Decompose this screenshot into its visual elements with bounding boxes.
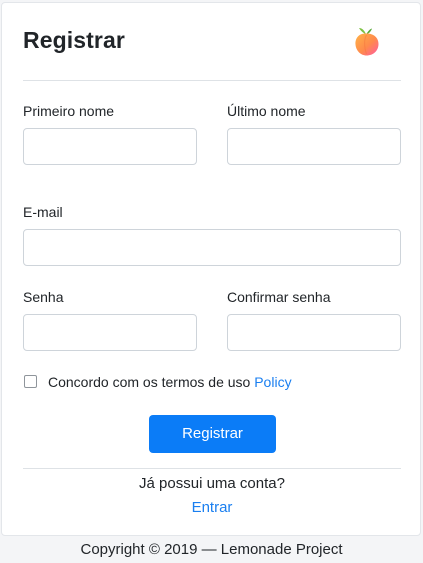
login-link[interactable]: Entrar: [192, 499, 233, 516]
email-label: E-mail: [23, 204, 63, 220]
register-card: Registrar Primeiro nome Último nome E-ma…: [1, 2, 421, 536]
policy-link[interactable]: Policy: [254, 374, 291, 390]
email-field[interactable]: [23, 229, 401, 266]
first-name-field[interactable]: [23, 128, 197, 165]
confirm-password-label: Confirmar senha: [227, 289, 331, 305]
header-divider: [23, 80, 401, 81]
password-field[interactable]: [23, 314, 197, 351]
page-title: Registrar: [23, 27, 125, 53]
first-name-label: Primeiro nome: [23, 103, 115, 119]
card-header: Registrar: [23, 25, 401, 59]
password-label: Senha: [23, 289, 64, 305]
footer-divider: [23, 468, 401, 469]
peach-icon: [355, 28, 379, 56]
copyright-footer: Copyright © 2019 — Lemonade Project: [80, 541, 343, 558]
last-name-field[interactable]: [227, 128, 401, 165]
register-button[interactable]: Registrar: [149, 415, 276, 453]
has-account-text: Já possui uma conta?: [139, 475, 285, 492]
last-name-label: Último nome: [227, 103, 306, 119]
terms-checkbox[interactable]: [24, 375, 37, 388]
confirm-password-field[interactable]: [227, 314, 401, 351]
terms-text: Concordo com os termos de uso Policy: [48, 373, 292, 391]
terms-label: Concordo com os termos de uso: [48, 374, 251, 390]
